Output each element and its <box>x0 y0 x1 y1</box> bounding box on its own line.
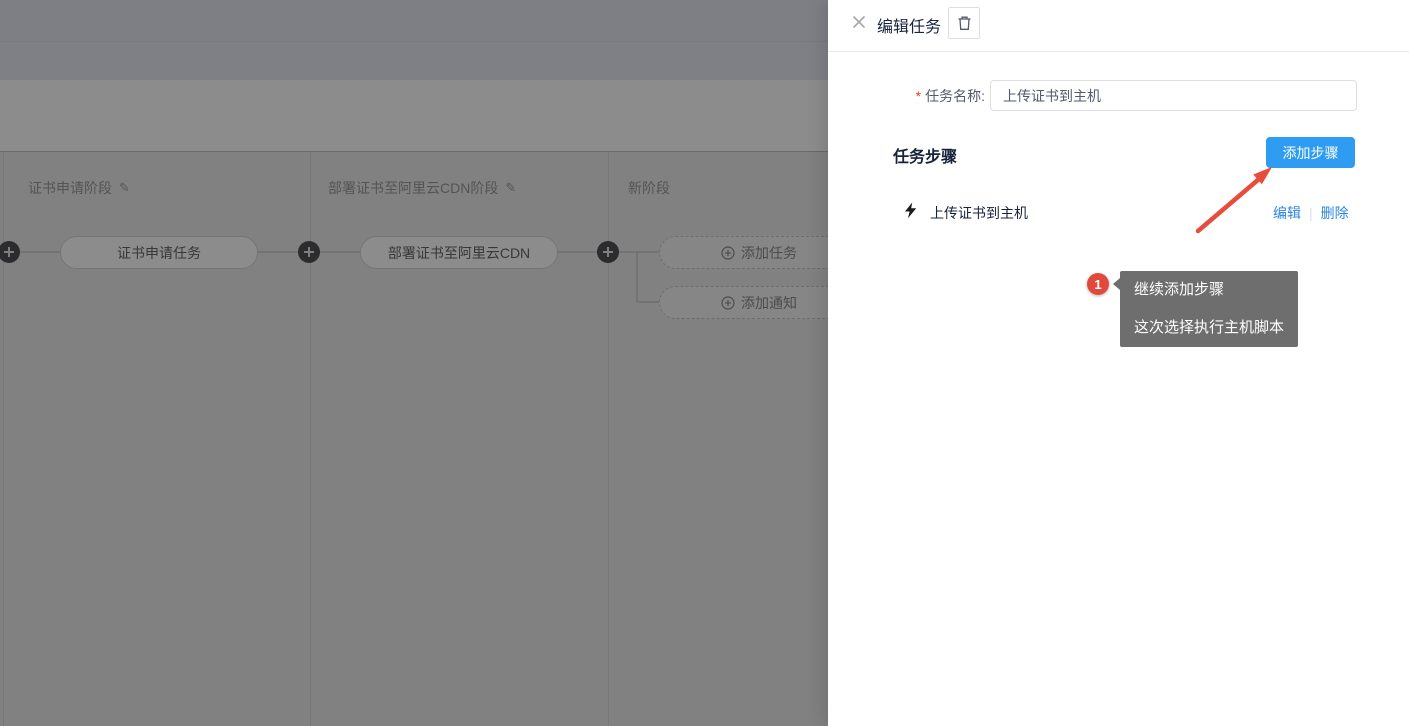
drawer-title: 编辑任务 <box>877 13 941 37</box>
link-separator: | <box>1309 205 1313 221</box>
lightning-icon <box>903 202 918 219</box>
step-item-name: 上传证书到主机 <box>930 203 1028 223</box>
required-asterisk: * <box>916 88 921 104</box>
tooltip-line: 这次选择执行主机脚本 <box>1134 317 1284 339</box>
pipeline-edit-page: 证书申请阶段 ✎ 部署证书至阿里云CDN阶段 ✎ 新阶段 证书申请任务 部署证书… <box>0 0 1409 726</box>
drawer-header: 编辑任务 <box>828 0 1409 52</box>
task-steps-heading: 任务步骤 <box>893 143 957 167</box>
delete-task-button[interactable] <box>948 7 980 39</box>
annotation-badge: 1 <box>1087 273 1109 295</box>
tooltip-line: 继续添加步骤 <box>1134 279 1284 301</box>
annotation-tooltip: 继续添加步骤 这次选择执行主机脚本 <box>1120 271 1298 347</box>
close-icon[interactable] <box>850 14 868 32</box>
pipeline-workbench: 证书申请阶段 ✎ 部署证书至阿里云CDN阶段 ✎ 新阶段 证书申请任务 部署证书… <box>0 0 828 726</box>
step-edit-link[interactable]: 编辑 <box>1273 203 1301 223</box>
task-name-input[interactable] <box>990 80 1357 111</box>
drawer-mask-overlay[interactable] <box>0 0 828 726</box>
step-delete-link[interactable]: 删除 <box>1321 203 1349 223</box>
step-item-actions: 编辑 | 删除 <box>1273 203 1349 223</box>
tooltip-notch <box>1113 278 1120 290</box>
edit-task-drawer: 编辑任务 *任务名称: 任务步骤 添加步骤 上传证书到主机 编辑 | 删除 <box>828 0 1409 726</box>
add-step-button[interactable]: 添加步骤 <box>1266 137 1355 168</box>
trash-icon <box>957 15 972 31</box>
task-name-label: *任务名称: <box>828 81 985 111</box>
